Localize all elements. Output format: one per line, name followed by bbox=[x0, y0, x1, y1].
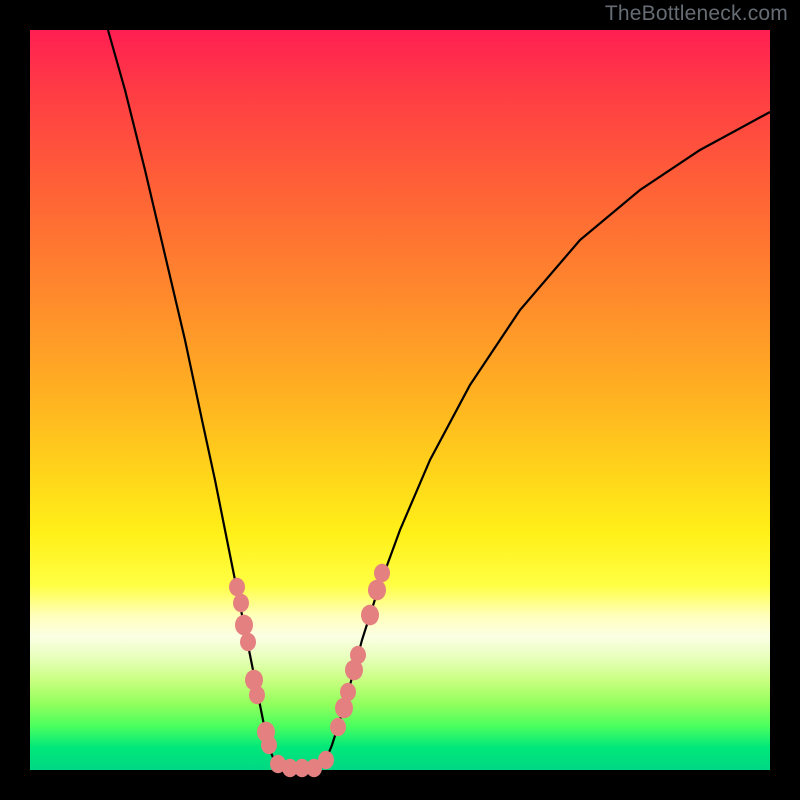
data-dot bbox=[374, 564, 390, 582]
watermark-text: TheBottleneck.com bbox=[605, 2, 788, 26]
chart-stage: TheBottleneck.com bbox=[0, 0, 800, 800]
left-curve bbox=[108, 30, 280, 769]
data-dot bbox=[249, 686, 265, 704]
data-dot bbox=[340, 683, 356, 701]
data-dot bbox=[318, 751, 334, 769]
data-dot bbox=[350, 646, 366, 664]
data-dot bbox=[261, 736, 277, 754]
plot-area bbox=[30, 30, 770, 770]
data-dots bbox=[229, 564, 390, 777]
right-curve bbox=[320, 112, 770, 769]
data-dot bbox=[330, 718, 346, 736]
data-dot bbox=[233, 594, 249, 612]
chart-svg bbox=[30, 30, 770, 770]
data-dot bbox=[361, 605, 379, 626]
data-dot bbox=[229, 578, 245, 596]
data-dot bbox=[240, 633, 256, 651]
data-dot bbox=[235, 615, 253, 636]
data-dot bbox=[368, 580, 386, 601]
